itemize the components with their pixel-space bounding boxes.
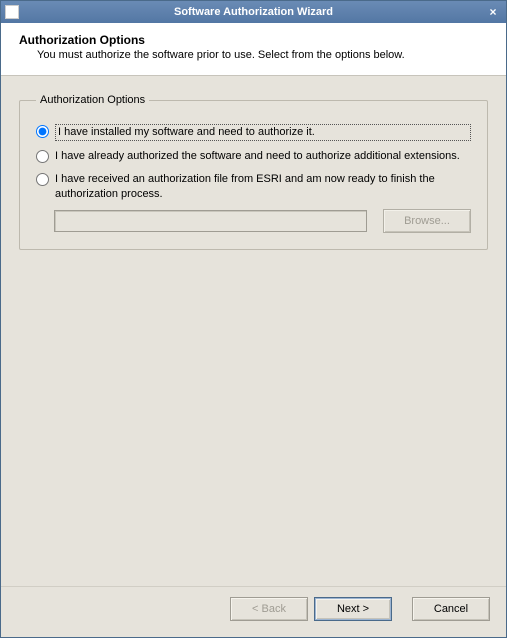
wizard-window: Software Authorization Wizard × Authoriz… (0, 0, 507, 638)
wizard-footer: < Back Next > Cancel (1, 586, 506, 637)
radio-label: I have installed my software and need to… (55, 124, 471, 141)
radio-received-file[interactable] (36, 173, 49, 186)
back-button[interactable]: < Back (230, 597, 308, 621)
group-legend: Authorization Options (36, 94, 149, 106)
page-subtitle: You must authorize the software prior to… (19, 49, 488, 61)
radio-additional-extensions[interactable] (36, 150, 49, 163)
option-received-file[interactable]: I have received an authorization file fr… (36, 172, 471, 202)
titlebar[interactable]: Software Authorization Wizard × (1, 1, 506, 23)
app-icon (5, 5, 19, 19)
authorization-options-group: Authorization Options I have installed m… (19, 94, 488, 250)
browse-button[interactable]: Browse... (383, 209, 471, 233)
cancel-button[interactable]: Cancel (412, 597, 490, 621)
wizard-header: Authorization Options You must authorize… (1, 23, 506, 76)
wizard-content: Authorization Options I have installed m… (1, 76, 506, 586)
radio-install-authorize[interactable] (36, 125, 49, 138)
close-icon[interactable]: × (484, 5, 502, 19)
option-install-authorize[interactable]: I have installed my software and need to… (36, 124, 471, 141)
option-additional-extensions[interactable]: I have already authorized the software a… (36, 149, 471, 164)
authorization-file-row: Browse... (36, 209, 471, 233)
window-title: Software Authorization Wizard (23, 6, 484, 18)
authorization-file-input[interactable] (54, 210, 367, 232)
page-title: Authorization Options (19, 33, 488, 47)
radio-label: I have received an authorization file fr… (55, 172, 471, 202)
radio-label: I have already authorized the software a… (55, 149, 471, 164)
next-button[interactable]: Next > (314, 597, 392, 621)
